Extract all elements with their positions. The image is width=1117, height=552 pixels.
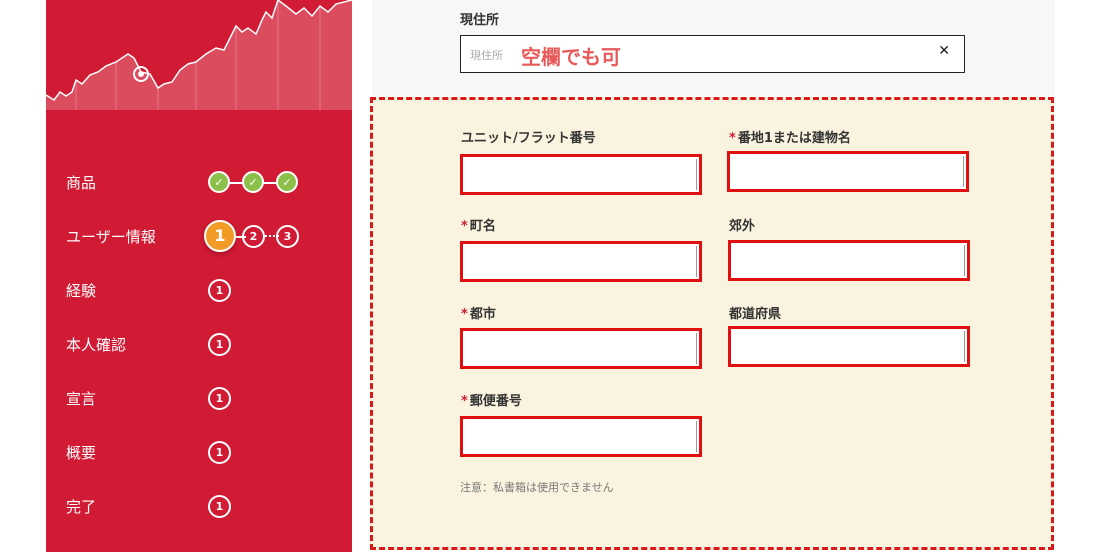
- step-label: 概要: [66, 444, 97, 462]
- city-field[interactable]: [460, 328, 702, 369]
- step-experience[interactable]: 経験 1: [46, 276, 352, 306]
- step-summary[interactable]: 概要 1: [46, 438, 352, 468]
- street-field[interactable]: [727, 151, 969, 192]
- address-placeholder: 現住所: [470, 49, 503, 62]
- step-declaration[interactable]: 宣言 1: [46, 384, 352, 414]
- step-label: 完了: [66, 498, 97, 516]
- prefecture-label: 都道府県: [729, 307, 782, 322]
- unit-field[interactable]: [460, 154, 702, 195]
- chart-decoration: [46, 0, 352, 110]
- address-search-input[interactable]: 現住所 空欄でも可 ✕: [460, 35, 965, 73]
- optional-note: 空欄でも可: [521, 45, 621, 69]
- step-label: ユーザー情報: [66, 228, 156, 246]
- city-label: * 都市: [461, 307, 496, 322]
- po-box-note: 注意：私書箱は使用できません: [460, 481, 614, 494]
- step-label: 宣言: [66, 390, 97, 408]
- step-complete[interactable]: 完了 1: [46, 492, 352, 522]
- step-user-info[interactable]: ユーザー情報 1 2 3: [46, 220, 352, 252]
- step-label: 商品: [66, 174, 97, 192]
- progress-sidebar: 商品 ✓ ✓ ✓ ユーザー情報 1 2 3 経験 1 本人確認 1 宣言 1 概…: [46, 0, 352, 552]
- step-label: 経験: [66, 282, 97, 300]
- step-product[interactable]: 商品 ✓ ✓ ✓: [46, 168, 352, 198]
- step-identity[interactable]: 本人確認 1: [46, 330, 352, 360]
- step-badge: 1: [208, 441, 231, 464]
- substep-badge: 3: [276, 225, 299, 248]
- town-label: * 町名: [461, 219, 496, 234]
- street-label: * 番地1または建物名: [729, 131, 851, 146]
- suburb-label: 郊外: [729, 219, 756, 234]
- town-field[interactable]: [460, 241, 702, 282]
- step-badge: 1: [208, 387, 231, 410]
- check-icon: ✓: [276, 171, 298, 193]
- postal-code-field[interactable]: [460, 416, 702, 457]
- check-icon: ✓: [208, 171, 230, 193]
- address-label: 現住所: [460, 13, 500, 28]
- postal-label: * 郵便番号: [461, 394, 522, 409]
- substep-badge: 2: [242, 225, 265, 248]
- close-icon[interactable]: ✕: [938, 43, 950, 59]
- unit-label: ユニット/フラット番号: [461, 131, 596, 146]
- suburb-field[interactable]: [728, 240, 970, 281]
- step-badge: 1: [208, 279, 231, 302]
- step-label: 本人確認: [66, 336, 127, 354]
- step-badge: 1: [208, 333, 231, 356]
- prefecture-field[interactable]: [728, 326, 970, 367]
- current-step-badge: 1: [204, 220, 236, 252]
- step-badge: 1: [208, 495, 231, 518]
- check-icon: ✓: [242, 171, 264, 193]
